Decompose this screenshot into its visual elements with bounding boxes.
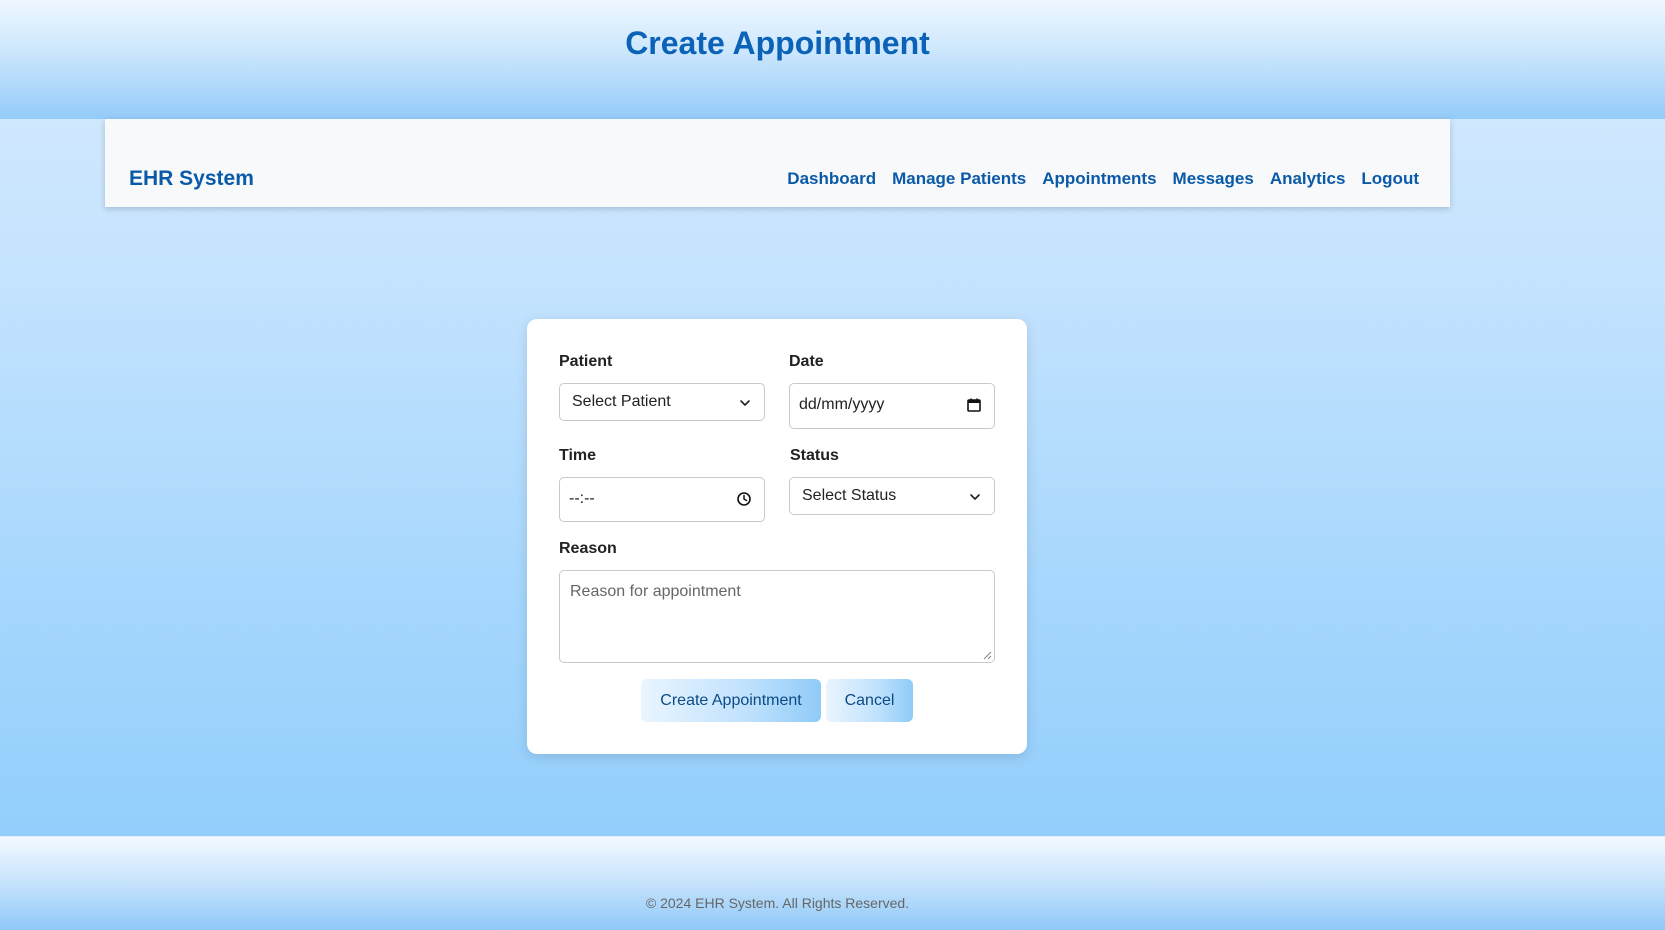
reason-placeholder: Reason for appointment	[570, 583, 741, 600]
time-label: Time	[559, 447, 597, 464]
nav-link-logout[interactable]: Logout	[1361, 169, 1419, 189]
date-label: Date	[789, 353, 824, 370]
page-footer: © 2024 EHR System. All Rights Reserved.	[0, 836, 1665, 930]
reason-textarea[interactable]: Reason for appointment	[559, 570, 995, 663]
time-input[interactable]: --:--	[559, 477, 765, 522]
status-select-value: Select Status	[802, 487, 897, 504]
status-label: Status	[790, 447, 839, 464]
create-appointment-button[interactable]: Create Appointment	[641, 679, 821, 722]
nav-links: Dashboard Manage Patients Appointments M…	[787, 169, 1419, 189]
nav-link-appointments[interactable]: Appointments	[1042, 169, 1156, 189]
status-select[interactable]: Select Status	[789, 477, 995, 515]
time-input-value: --:--	[569, 490, 595, 507]
patient-select[interactable]: Select Patient	[559, 383, 765, 421]
patient-select-value: Select Patient	[572, 393, 671, 410]
nav-link-manage-patients[interactable]: Manage Patients	[892, 169, 1026, 189]
page-header: Create Appointment	[0, 0, 1665, 119]
appointment-form-card: Patient Select Patient Date dd/mm/yyyy T…	[527, 319, 1027, 754]
page-title: Create Appointment	[625, 25, 930, 61]
nav-link-dashboard[interactable]: Dashboard	[787, 169, 876, 189]
calendar-icon[interactable]	[966, 397, 982, 413]
chevron-down-icon	[970, 494, 980, 500]
brand-logo-text[interactable]: EHR System	[129, 167, 254, 191]
resize-handle-icon[interactable]	[982, 650, 992, 660]
reason-label: Reason	[559, 540, 617, 557]
clock-icon[interactable]	[736, 491, 752, 507]
date-input[interactable]: dd/mm/yyyy	[789, 383, 995, 429]
cancel-button[interactable]: Cancel	[826, 679, 913, 722]
nav-link-analytics[interactable]: Analytics	[1270, 169, 1346, 189]
navbar: EHR System Dashboard Manage Patients App…	[105, 119, 1450, 207]
nav-link-messages[interactable]: Messages	[1173, 169, 1254, 189]
patient-label: Patient	[559, 353, 613, 370]
chevron-down-icon	[740, 400, 750, 406]
copyright-text: © 2024 EHR System. All Rights Reserved.	[645, 895, 910, 911]
date-input-value: dd/mm/yyyy	[799, 396, 885, 413]
